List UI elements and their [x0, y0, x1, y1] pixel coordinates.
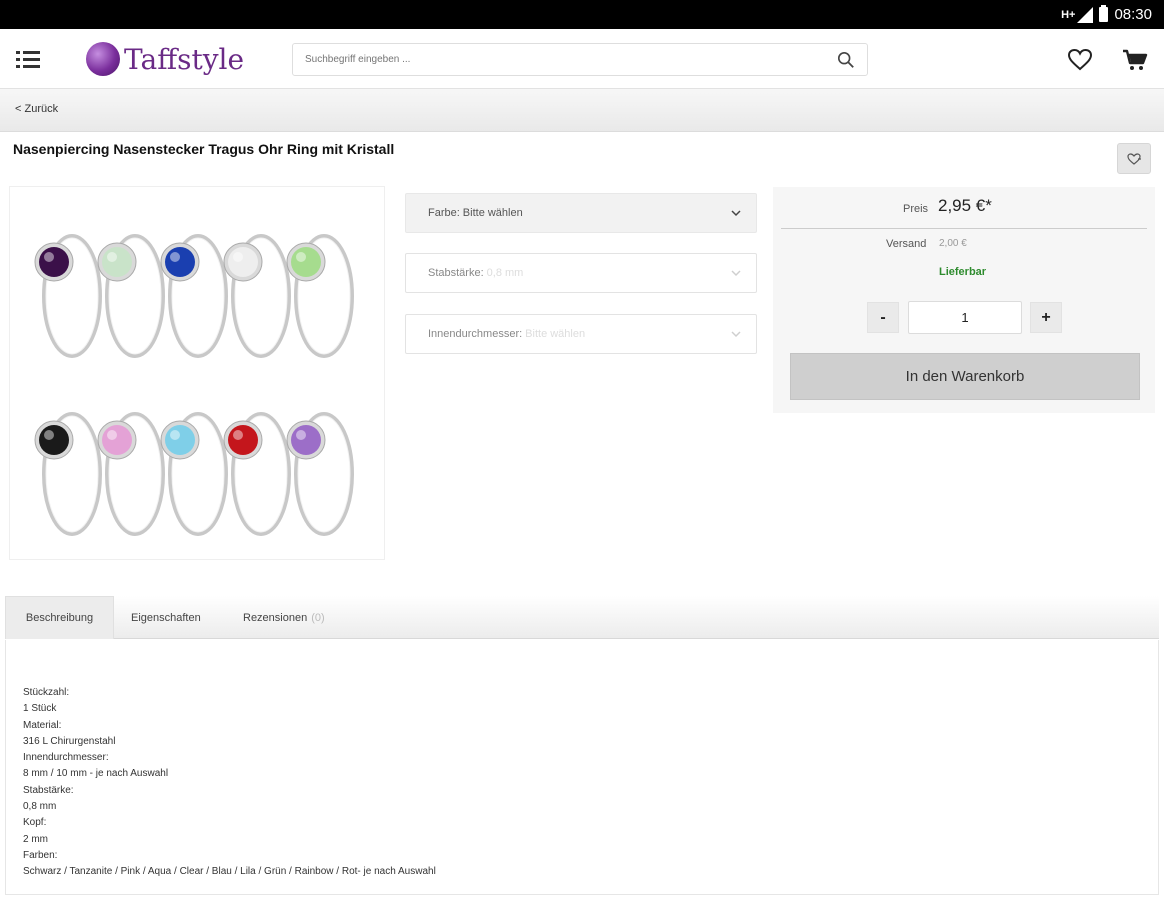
description-line: 316 L Chirurgenstahl	[23, 735, 116, 747]
product-rings-image	[34, 234, 354, 536]
description-panel: Stückzahl: 1 Stück Material: 316 L Chirurge…	[5, 640, 1159, 895]
ring-bottom-3	[223, 412, 291, 536]
add-to-cart-button[interactable]: In den Warenkorb	[790, 353, 1140, 400]
description-line: 2 mm	[23, 833, 48, 845]
description-line: Schwarz / Tanzanite / Pink / Aqua / Clea…	[23, 866, 436, 878]
color-select-value: Bitte wählen	[462, 207, 523, 219]
ring-bottom-1	[97, 412, 165, 536]
review-count: (0)	[311, 611, 325, 624]
description-line: 1 Stück	[23, 703, 57, 715]
description-line: Material:	[23, 719, 62, 731]
bar-thickness-value: 0,8 mm	[486, 267, 524, 279]
quantity-decrease-button[interactable]: -	[867, 302, 899, 333]
tab-label: Rezensionen	[243, 611, 308, 624]
battery-icon	[1099, 5, 1109, 22]
logo[interactable]: Taffstyle	[86, 39, 244, 79]
menu-icon[interactable]	[16, 49, 40, 69]
cart-icon[interactable]	[1122, 48, 1148, 72]
network-type: H+	[1061, 8, 1076, 21]
color-select-label: Farbe:	[428, 207, 460, 219]
search-bar	[292, 43, 868, 76]
description-line: 0,8 mm	[23, 801, 57, 813]
search-input[interactable]	[293, 44, 813, 75]
description-line: Stückzahl:	[23, 687, 70, 698]
chevron-down-icon	[731, 210, 741, 217]
back-link[interactable]: < Zurück	[15, 103, 58, 115]
shipping-value: 2,00 €	[939, 238, 967, 249]
logo-text: Taffstyle	[124, 42, 245, 76]
ring-top-3	[223, 234, 291, 358]
price-label: Preis	[903, 203, 929, 215]
bar-thickness-select[interactable]: Stabstärke: 0,8 mm	[405, 253, 757, 293]
quantity-input[interactable]	[908, 301, 1022, 334]
shipping-label: Versand	[886, 238, 927, 250]
inner-diameter-select[interactable]: Innendurchmesser: Bitte wählen	[405, 314, 757, 354]
ring-top-1	[97, 234, 165, 358]
buy-box: Preis 2,95 €* Versand 2,00 € Lieferbar -…	[773, 187, 1155, 413]
description-line: Kopf:	[23, 817, 47, 829]
tab-reviews[interactable]: Rezensionen (0)	[243, 596, 325, 639]
tab-label: Eigenschaften	[131, 611, 201, 624]
chevron-down-icon	[731, 270, 741, 277]
clock: 08:30	[1114, 6, 1152, 23]
product-image[interactable]	[9, 186, 385, 560]
wishlist-heart-icon[interactable]	[1067, 48, 1093, 72]
header: Taffstyle	[0, 29, 1164, 89]
logo-ball-icon	[86, 42, 120, 76]
signal-icon	[1077, 6, 1094, 23]
status-bar: H+ 08:30	[0, 0, 1164, 29]
ring-top-4	[286, 234, 354, 358]
product-title: Nasenpiercing Nasenstecker Tragus Ohr Ri…	[13, 141, 395, 157]
ring-bottom-2	[160, 412, 228, 536]
ring-bottom-0	[34, 412, 102, 536]
description-line: 8 mm / 10 mm - je nach Auswahl	[23, 768, 169, 780]
quantity-increase-button[interactable]: +	[1030, 302, 1062, 333]
inner-diameter-label: Innendurchmesser:	[428, 328, 523, 340]
note-button[interactable]	[1117, 143, 1151, 174]
ring-bottom-4	[286, 412, 354, 536]
divider	[781, 228, 1147, 229]
availability-status: Lieferbar	[939, 266, 987, 278]
search-icon[interactable]	[837, 51, 855, 69]
color-select[interactable]: Farbe: Bitte wählen	[405, 193, 757, 233]
tab-description[interactable]: Beschreibung	[5, 596, 114, 639]
price-value: 2,95 €*	[938, 196, 992, 215]
description-line: Stabstärke:	[23, 784, 74, 796]
description-line: Innendurchmesser:	[23, 752, 109, 764]
description-line: Farben:	[23, 849, 58, 861]
ring-top-0	[34, 234, 102, 358]
inner-diameter-value: Bitte wählen	[525, 328, 586, 340]
bar-thickness-label: Stabstärke:	[428, 267, 484, 279]
description-text: Stückzahl: 1 Stück Material: 316 L Chirurge…	[23, 685, 436, 881]
ring-top-2	[160, 234, 228, 358]
heart-note-icon	[1127, 152, 1141, 165]
product-tabs: Beschreibung Eigenschaften Rezensionen (…	[5, 596, 1159, 639]
tab-properties[interactable]: Eigenschaften	[131, 596, 201, 639]
tab-label: Beschreibung	[25, 612, 94, 624]
chevron-down-icon	[731, 331, 741, 338]
back-bar: < Zurück	[0, 89, 1164, 132]
